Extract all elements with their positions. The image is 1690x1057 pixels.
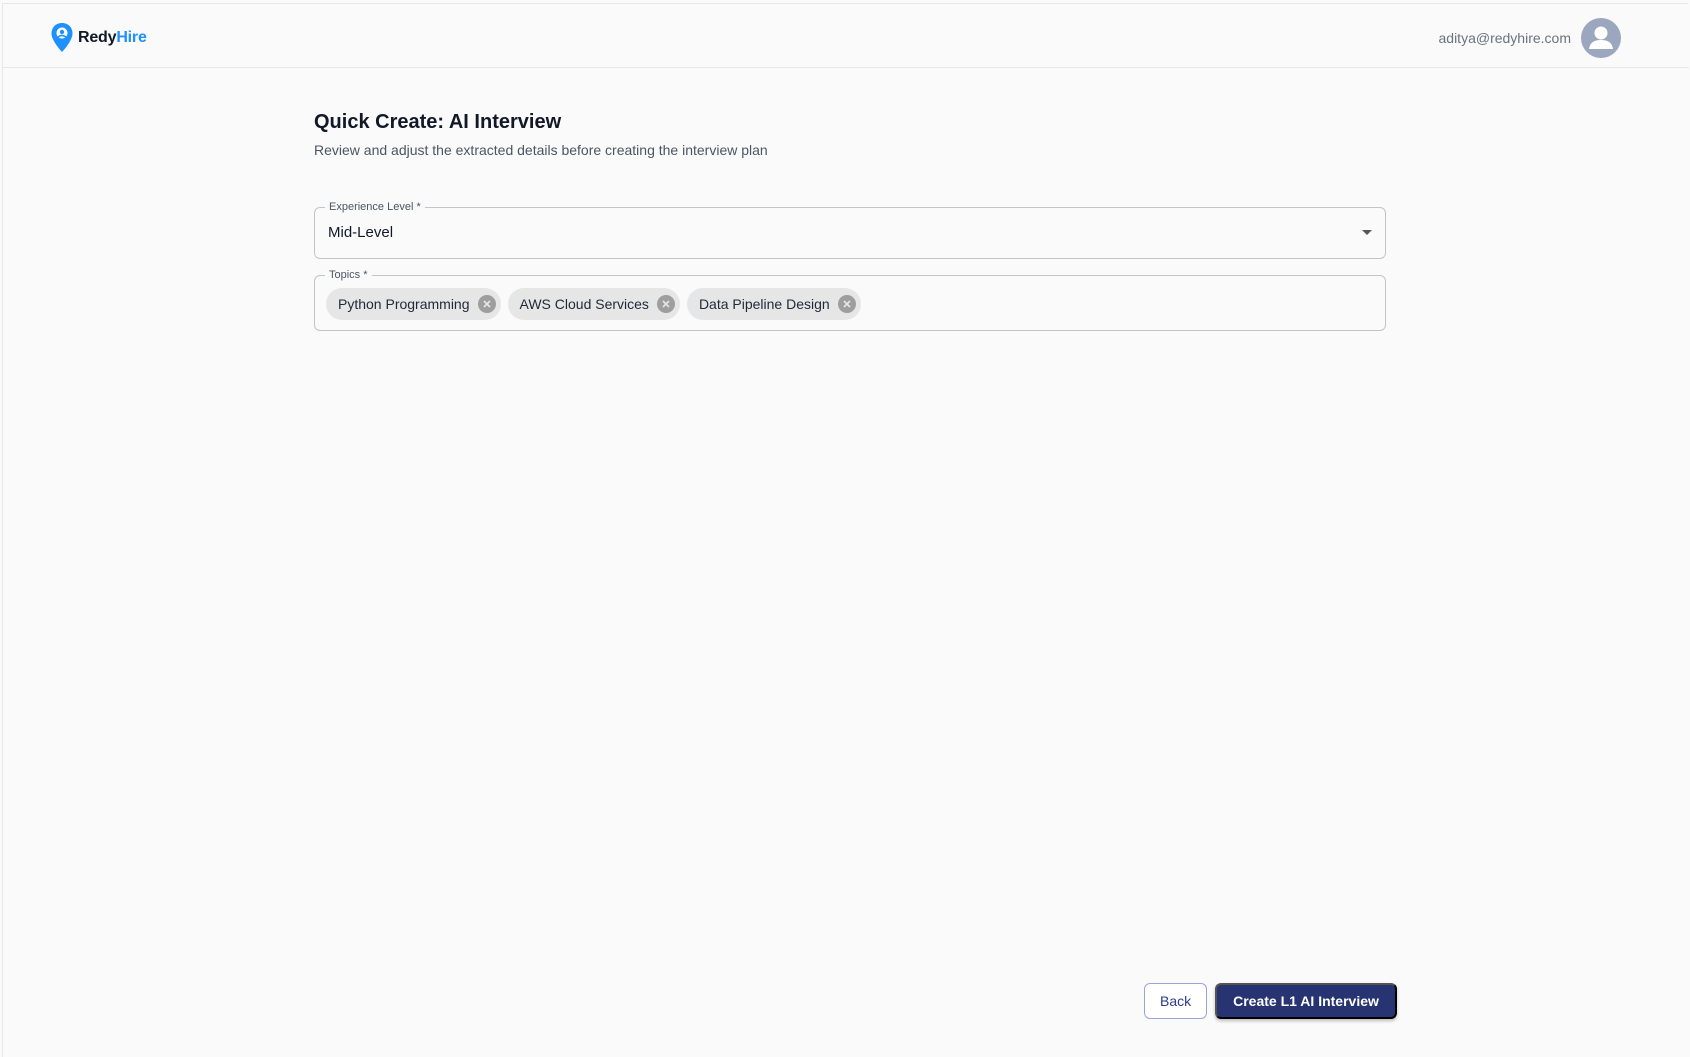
remove-chip-icon[interactable] bbox=[477, 295, 496, 313]
topic-chip[interactable]: Data Pipeline Design bbox=[686, 288, 861, 320]
create-interview-button[interactable]: Create L1 AI Interview bbox=[1215, 983, 1397, 1019]
form-actions: Back Create L1 AI Interview bbox=[1144, 983, 1397, 1019]
user-menu[interactable]: aditya@redyhire.com bbox=[1438, 18, 1621, 58]
experience-level-label: Experience Level * bbox=[325, 200, 425, 214]
top-header: RedyHire aditya@redyhire.com bbox=[3, 4, 1689, 68]
topics-label: Topics * bbox=[325, 268, 372, 282]
main-content: Quick Create: AI Interview Review and ad… bbox=[314, 111, 1386, 331]
topics-field[interactable]: Topics * Python Programming AWS Cloud Se… bbox=[314, 268, 1386, 331]
location-pin-logo-icon bbox=[51, 23, 73, 52]
topic-chip-label: Data Pipeline Design bbox=[698, 296, 830, 312]
topic-chip-label: AWS Cloud Services bbox=[519, 296, 649, 312]
avatar[interactable] bbox=[1581, 18, 1621, 58]
app-frame: RedyHire aditya@redyhire.com Quick Creat… bbox=[2, 3, 1689, 1057]
experience-level-select[interactable]: Experience Level * Mid-Level bbox=[314, 200, 1386, 259]
user-email: aditya@redyhire.com bbox=[1438, 30, 1572, 46]
remove-chip-icon[interactable] bbox=[837, 295, 856, 313]
user-avatar-icon bbox=[1589, 26, 1613, 49]
brand-logo[interactable]: RedyHire bbox=[50, 22, 147, 54]
topic-chip[interactable]: Python Programming bbox=[326, 288, 501, 320]
page-title: Quick Create: AI Interview bbox=[314, 111, 562, 133]
topic-chips: Python Programming AWS Cloud Services Da… bbox=[326, 288, 861, 320]
brand-name: RedyHire bbox=[78, 29, 147, 46]
topic-chip[interactable]: AWS Cloud Services bbox=[507, 288, 680, 320]
experience-level-value: Mid-Level bbox=[328, 224, 394, 241]
back-button[interactable]: Back bbox=[1144, 983, 1208, 1019]
dropdown-arrow-icon[interactable] bbox=[1362, 230, 1372, 235]
remove-chip-icon[interactable] bbox=[656, 295, 675, 313]
page-subtitle: Review and adjust the extracted details … bbox=[314, 142, 768, 158]
topic-chip-label: Python Programming bbox=[338, 296, 470, 312]
